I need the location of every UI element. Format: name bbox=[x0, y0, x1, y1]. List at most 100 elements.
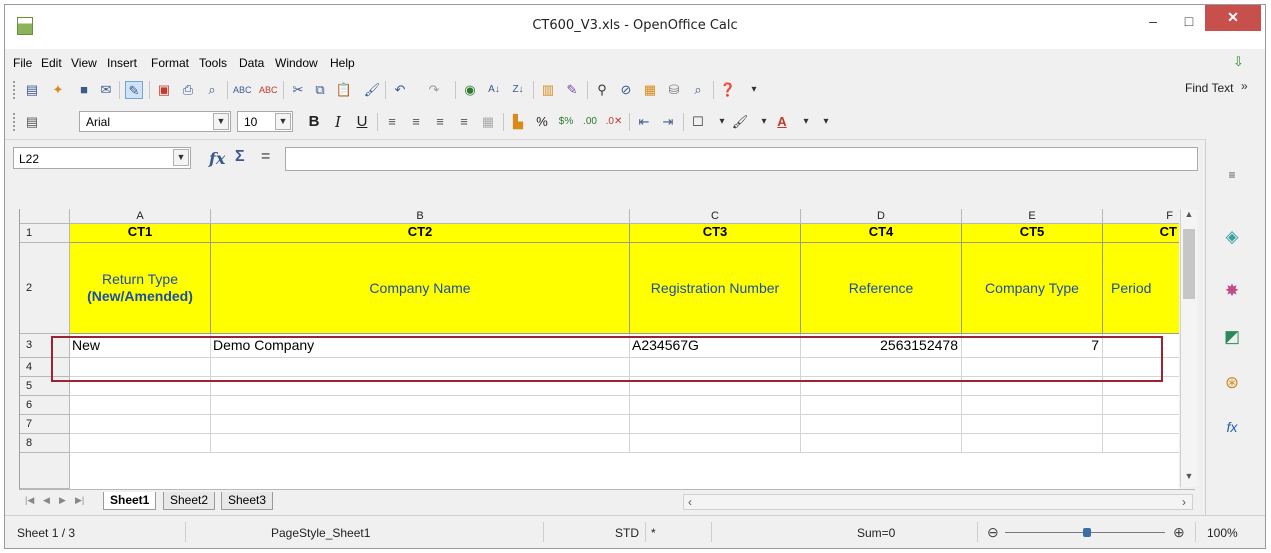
column-header-d[interactable]: D bbox=[801, 209, 962, 224]
toolbar-options-icon[interactable]: ▾ bbox=[745, 81, 763, 99]
menu-format[interactable]: Format bbox=[151, 56, 189, 70]
formula-input[interactable] bbox=[285, 147, 1198, 171]
chevron-down-icon[interactable]: ▼ bbox=[275, 113, 291, 130]
empty-cell[interactable] bbox=[630, 396, 801, 415]
cell-c2[interactable]: Registration Number bbox=[630, 243, 801, 334]
cell-e2[interactable]: Company Type bbox=[962, 243, 1103, 334]
styles-icon[interactable]: ✸ bbox=[1220, 279, 1244, 303]
column-header-c[interactable]: C bbox=[630, 209, 801, 224]
cell-e1[interactable]: CT5 bbox=[962, 224, 1103, 243]
toolbar-options-icon[interactable]: ▾ bbox=[817, 113, 835, 131]
functions-icon[interactable]: fx bbox=[1220, 415, 1244, 439]
increase-indent-icon[interactable]: ⇥ bbox=[659, 113, 677, 131]
empty-cell[interactable] bbox=[801, 358, 962, 377]
gallery-icon[interactable]: ◩ bbox=[1220, 325, 1244, 349]
row-header-4[interactable]: 4 bbox=[20, 358, 70, 377]
empty-cell[interactable] bbox=[962, 434, 1103, 453]
cell-d2[interactable]: Reference bbox=[801, 243, 962, 334]
align-left-icon[interactable]: ≡ bbox=[383, 113, 401, 131]
zoom-in-icon[interactable]: ⊕ bbox=[1173, 524, 1185, 541]
percent-format-icon[interactable]: % bbox=[533, 113, 551, 131]
select-all-corner[interactable] bbox=[20, 209, 70, 224]
menu-window[interactable]: Window bbox=[275, 56, 318, 70]
sum-icon[interactable]: Σ bbox=[235, 148, 245, 166]
row-header-8[interactable]: 8 bbox=[20, 434, 70, 453]
add-decimal-icon[interactable]: .00 bbox=[581, 113, 599, 131]
empty-cell[interactable] bbox=[211, 415, 630, 434]
function-icon[interactable]: = bbox=[261, 148, 270, 166]
menu-help[interactable]: Help bbox=[330, 56, 355, 70]
empty-cell[interactable] bbox=[1103, 396, 1179, 415]
find-replace-icon[interactable]: ⚲ bbox=[593, 81, 611, 99]
format-paintbrush-icon[interactable]: 🖌 bbox=[363, 81, 381, 99]
minimize-button[interactable]: – bbox=[1133, 9, 1173, 35]
first-sheet-icon[interactable]: |◀ bbox=[25, 495, 34, 506]
function-wizard-icon[interactable]: fx bbox=[209, 149, 225, 168]
row-header-6[interactable]: 6 bbox=[20, 396, 70, 415]
cell-d1[interactable]: CT4 bbox=[801, 224, 962, 243]
empty-cell[interactable] bbox=[211, 377, 630, 396]
row-header-1[interactable]: 1 bbox=[20, 224, 70, 243]
cell-f1[interactable]: CT bbox=[1103, 224, 1179, 243]
empty-cell[interactable] bbox=[962, 358, 1103, 377]
styles-formatting-icon[interactable]: ▤ bbox=[23, 113, 41, 131]
font-size-select[interactable]: 10 ▼ bbox=[237, 111, 293, 132]
align-center-icon[interactable]: ≡ bbox=[407, 113, 425, 131]
selection-mode[interactable]: STD bbox=[615, 526, 639, 540]
delete-decimal-icon[interactable]: .0✕ bbox=[605, 113, 623, 131]
empty-cell[interactable] bbox=[962, 396, 1103, 415]
font-color-icon[interactable]: A bbox=[773, 113, 791, 131]
empty-cell[interactable] bbox=[70, 434, 211, 453]
prev-sheet-icon[interactable]: ◀ bbox=[43, 495, 50, 506]
menu-insert[interactable]: Insert bbox=[107, 56, 137, 70]
bold-icon[interactable]: B bbox=[305, 113, 323, 131]
vertical-scroll-thumb[interactable] bbox=[1183, 229, 1195, 299]
cell-a1[interactable]: CT1 bbox=[70, 224, 211, 243]
datasource-icon[interactable]: ⛁ bbox=[665, 81, 683, 99]
hyperlink-icon[interactable]: ◉ bbox=[461, 81, 479, 99]
gallery-icon[interactable]: ▦ bbox=[641, 81, 659, 99]
paste-icon[interactable]: 📋 bbox=[335, 81, 353, 99]
merge-cells-icon[interactable]: ▦ bbox=[479, 113, 497, 131]
empty-cell[interactable] bbox=[630, 415, 801, 434]
empty-cell[interactable] bbox=[801, 434, 962, 453]
row-header-7[interactable]: 7 bbox=[20, 415, 70, 434]
italic-icon[interactable]: I bbox=[329, 113, 347, 131]
cut-icon[interactable]: ✂ bbox=[289, 81, 307, 99]
undo-icon[interactable]: ↶ bbox=[391, 81, 409, 99]
column-header-a[interactable]: A bbox=[70, 209, 211, 224]
tab-sheet2[interactable]: Sheet2 bbox=[163, 492, 216, 510]
font-color-dropdown-icon[interactable]: ▾ bbox=[797, 113, 815, 131]
column-header-b[interactable]: B bbox=[211, 209, 630, 224]
empty-cell[interactable] bbox=[630, 377, 801, 396]
navigator-icon[interactable]: ⊛ bbox=[1220, 371, 1244, 395]
new-icon[interactable]: ▤ bbox=[23, 81, 41, 99]
empty-cell[interactable] bbox=[70, 415, 211, 434]
save-icon[interactable]: ■ bbox=[75, 81, 93, 99]
toolbar-grip[interactable] bbox=[13, 81, 17, 99]
cell-d3[interactable]: 2563152478 bbox=[801, 334, 962, 358]
spreadsheet-grid[interactable]: A B C D E F 1 2 3 4 5 6 7 8 CT1 CT2 CT3 … bbox=[19, 209, 1179, 489]
empty-cell[interactable] bbox=[630, 434, 801, 453]
cell-e3[interactable]: 7 bbox=[962, 334, 1103, 358]
empty-cell[interactable] bbox=[70, 377, 211, 396]
navigator-icon[interactable]: ⊘ bbox=[617, 81, 635, 99]
toolbar-grip[interactable] bbox=[13, 113, 17, 131]
spellcheck-icon[interactable]: ABC bbox=[233, 81, 252, 99]
decrease-indent-icon[interactable]: ⇤ bbox=[635, 113, 653, 131]
cell-a2[interactable]: Return Type (New/Amended) bbox=[70, 243, 211, 334]
help-icon[interactable]: ❓ bbox=[719, 81, 737, 99]
email-icon[interactable]: ✉ bbox=[97, 81, 115, 99]
draw-functions-icon[interactable]: ✎ bbox=[563, 81, 581, 99]
sort-descending-icon[interactable]: Z↓ bbox=[509, 81, 527, 99]
cell-b3[interactable]: Demo Company bbox=[211, 334, 630, 358]
empty-cell[interactable] bbox=[962, 377, 1103, 396]
autospell-icon[interactable]: ABC bbox=[259, 81, 278, 99]
column-header-e[interactable]: E bbox=[962, 209, 1103, 224]
chevron-down-icon[interactable]: ▼ bbox=[213, 113, 229, 130]
maximize-button[interactable]: □ bbox=[1169, 9, 1209, 35]
row-header-2[interactable]: 2 bbox=[20, 243, 70, 334]
chevron-down-icon[interactable]: ▼ bbox=[173, 149, 189, 166]
menu-data[interactable]: Data bbox=[239, 56, 264, 70]
empty-cell[interactable] bbox=[1103, 415, 1179, 434]
